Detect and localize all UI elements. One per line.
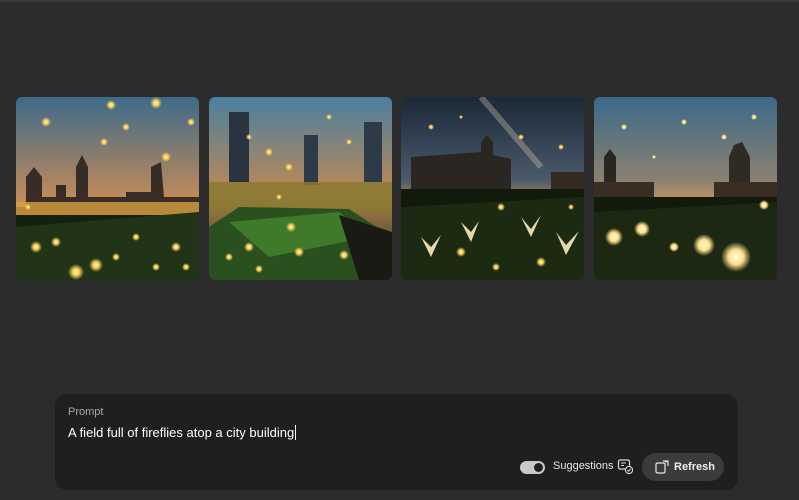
generated-image-4[interactable] [594,97,777,280]
generated-image-1-art [16,97,199,280]
window-top-edge [0,0,799,2]
generated-image-2[interactable] [209,97,392,280]
generated-image-2-art [209,97,392,280]
prompt-input[interactable]: A field full of fireflies atop a city bu… [68,425,297,440]
refresh-button[interactable]: Refresh [642,453,724,481]
refresh-label: Refresh [674,461,715,473]
refresh-icon [655,460,669,474]
suggestions-label: Suggestions [553,460,614,472]
generated-image-3-art [401,97,584,280]
generated-image-4-art [594,97,777,280]
prompt-panel: Prompt A field full of fireflies atop a … [55,394,738,490]
text-caret [295,425,297,440]
suggestions-toggle[interactable] [520,461,545,474]
suggestions-toggle-knob [534,463,543,472]
generated-image-3[interactable] [401,97,584,280]
generated-image-1[interactable] [16,97,199,280]
prompt-input-text: A field full of fireflies atop a city bu… [68,425,295,440]
suggestion-check-icon[interactable] [617,458,634,475]
prompt-label: Prompt [68,406,104,418]
image-gallery [16,97,778,281]
